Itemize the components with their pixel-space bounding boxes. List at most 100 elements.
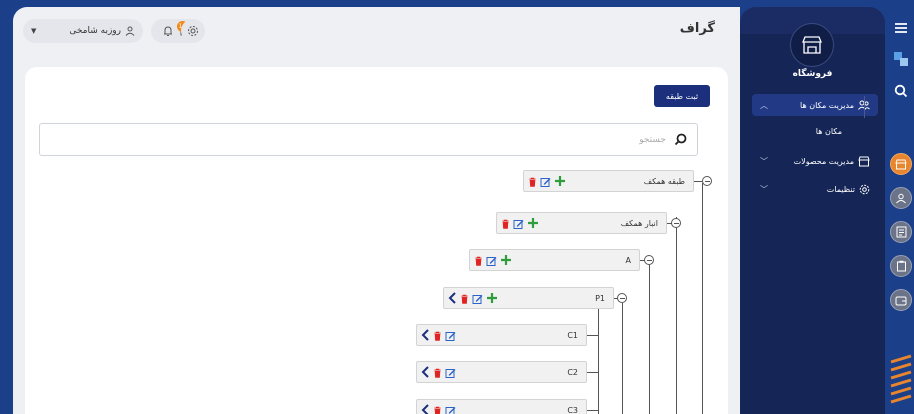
top-bar: گراف ▼ روزبه شامخی 10: [13, 7, 740, 55]
tree-connector: [598, 303, 599, 414]
delete-button[interactable]: [433, 326, 442, 345]
tree-connector: [702, 183, 703, 414]
edit-icon: [445, 406, 456, 414]
app-rail: [885, 0, 914, 414]
sidebar-item-locations[interactable]: ︿ مدیریت مکان ها: [752, 94, 878, 116]
tree-node[interactable]: A: [469, 249, 640, 271]
translate-icon: [894, 52, 908, 66]
rail-app-users[interactable]: [890, 187, 912, 209]
sidebar: فروشگاه ︿ مدیریت مکان ها مکان ها ﹀ مدیری…: [740, 7, 885, 414]
delete-button[interactable]: [501, 214, 510, 233]
sidebar-item-settings[interactable]: ﹀ تنظیمات: [752, 178, 878, 200]
search-box: [39, 123, 698, 156]
store-avatar: [790, 23, 834, 67]
chevron-left-icon: [421, 328, 429, 341]
plus-icon: [487, 292, 497, 303]
expand-button[interactable]: [421, 401, 430, 414]
page-title: گراف: [679, 21, 715, 36]
sidebar-item-label: تنظیمات: [826, 184, 855, 194]
chevron-down-icon: ﹀: [760, 156, 768, 166]
add-button[interactable]: [486, 289, 498, 308]
collapse-toggle[interactable]: [702, 176, 712, 186]
edit-icon: [540, 177, 551, 187]
edit-button[interactable]: [513, 214, 524, 233]
trash-icon: [529, 177, 536, 187]
submenu-indicator: [864, 96, 865, 118]
node-label: انبار همکف: [620, 218, 658, 228]
expand-button[interactable]: [448, 289, 457, 308]
expand-button[interactable]: [421, 326, 430, 345]
edit-button[interactable]: [445, 363, 456, 382]
expand-button[interactable]: [421, 363, 430, 382]
trash-icon: [475, 256, 482, 266]
rail-app-reports[interactable]: [890, 255, 912, 277]
translate-button[interactable]: [892, 50, 910, 68]
edit-button[interactable]: [445, 326, 456, 345]
clipboard-icon: [896, 260, 906, 272]
tree-connector: [587, 410, 598, 411]
tree-node[interactable]: P1: [443, 287, 614, 309]
add-button[interactable]: [500, 251, 512, 270]
gear-icon: [859, 184, 870, 194]
collapse-toggle[interactable]: [671, 218, 681, 228]
delete-button[interactable]: [528, 172, 537, 191]
menu-button[interactable]: [892, 19, 910, 37]
plus-icon: [528, 217, 538, 228]
rail-app-wallet[interactable]: [890, 289, 912, 311]
caret-down-icon: ▼: [31, 27, 37, 35]
menu-icon: [895, 23, 907, 33]
edit-button[interactable]: [472, 289, 483, 308]
tree-connector: [694, 181, 702, 182]
edit-icon: [472, 294, 483, 304]
tree-node[interactable]: C2: [416, 361, 587, 383]
delete-button[interactable]: [474, 251, 483, 270]
collapse-toggle[interactable]: [617, 293, 627, 303]
bell-button[interactable]: 10: [162, 21, 188, 37]
user-select[interactable]: ▼ روزبه شامخی: [23, 19, 143, 43]
rail-app-crm[interactable]: [890, 221, 912, 243]
user-name: روزبه شامخی: [69, 26, 121, 36]
trash-icon: [434, 331, 441, 341]
tree-node[interactable]: C3: [416, 399, 587, 414]
tree-connector: [649, 260, 650, 414]
tree-node[interactable]: طبقه همکف: [523, 170, 694, 192]
plus-icon: [555, 175, 565, 186]
node-label: C3: [567, 405, 578, 414]
chevron-left-icon: [421, 365, 429, 378]
edit-button[interactable]: [445, 401, 456, 414]
tree-node[interactable]: C1: [416, 324, 587, 346]
delete-button[interactable]: [433, 363, 442, 382]
delete-button[interactable]: [460, 289, 469, 308]
sidebar-item-products[interactable]: ﹀ مدیریت محصولات: [752, 150, 878, 172]
rail-app-store[interactable]: [890, 153, 912, 175]
node-label: C1: [567, 330, 578, 340]
add-button[interactable]: [554, 172, 566, 191]
edit-button[interactable]: [540, 172, 551, 191]
search-icon: [894, 84, 908, 98]
add-button[interactable]: [527, 214, 539, 233]
plus-icon: [501, 254, 511, 265]
edit-button[interactable]: [486, 251, 497, 270]
store-icon: [895, 159, 907, 169]
node-label: P1: [595, 293, 605, 303]
edit-icon: [445, 368, 456, 378]
sidebar-item-label: مدیریت مکان ها: [800, 100, 854, 110]
sidebar-subitem-places[interactable]: مکان ها: [752, 122, 864, 140]
trash-icon: [461, 294, 468, 304]
graph-card: ثبت طبقه طبقه همکف: [25, 67, 728, 414]
edit-icon: [513, 219, 524, 229]
document-icon: [896, 226, 906, 238]
tree-connector: [676, 217, 677, 414]
collapse-toggle[interactable]: [644, 255, 654, 265]
node-label: C2: [567, 367, 578, 377]
users-icon: [896, 193, 906, 203]
search-input[interactable]: [586, 134, 666, 145]
rail-search-button[interactable]: [892, 82, 910, 100]
settings-button[interactable]: [181, 19, 205, 43]
edit-icon: [445, 331, 456, 341]
chevron-left-icon: [421, 403, 429, 414]
delete-button[interactable]: [433, 401, 442, 414]
tree-node[interactable]: انبار همکف: [496, 212, 667, 234]
submit-floor-button[interactable]: ثبت طبقه: [654, 85, 710, 107]
gear-icon: [188, 26, 198, 36]
